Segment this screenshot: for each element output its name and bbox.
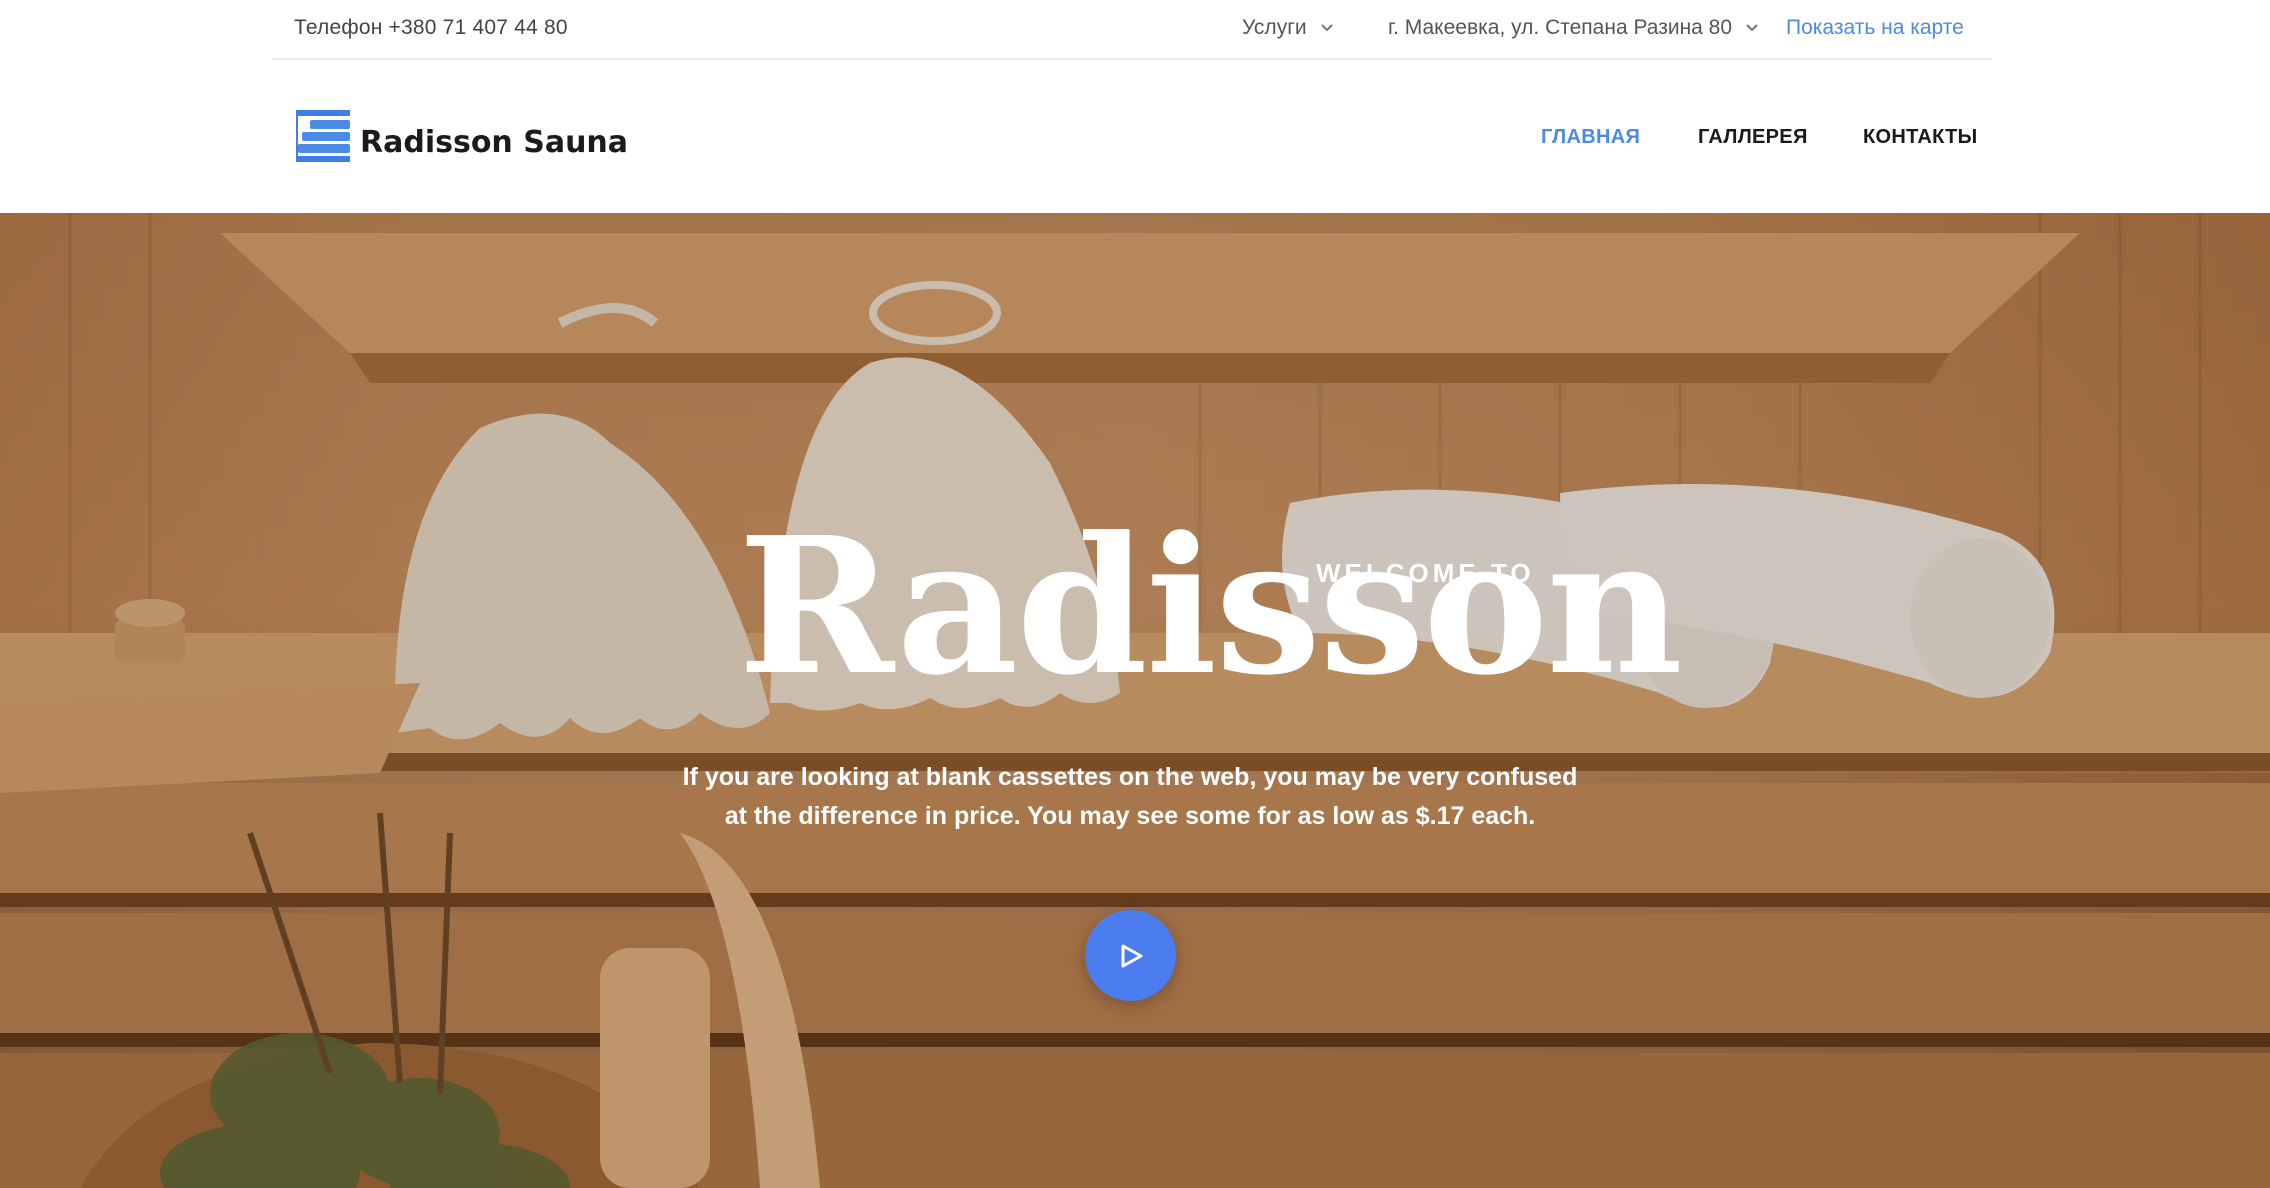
- logo-icon: [296, 110, 350, 162]
- chevron-down-icon: [1746, 24, 1758, 32]
- logo-text: Radisson Sauna: [360, 125, 629, 160]
- play-icon: [1121, 944, 1142, 967]
- hero-title: Radisson: [738, 496, 1683, 717]
- logo[interactable]: Radisson Sauna: [294, 110, 628, 162]
- site-header: Radisson Sauna ГЛАВНАЯ ГАЛЛЕРЕЯ КОНТАКТЫ: [0, 60, 2270, 213]
- address-dropdown[interactable]: г. Макеевка, ул. Степана Разина 80: [1388, 16, 1758, 40]
- top-bar: Телефон +380 71 407 44 80 Услуги г. Маке…: [272, 0, 1992, 60]
- nav-gallery[interactable]: ГАЛЛЕРЕЯ: [1698, 126, 1808, 149]
- chevron-down-icon: [1320, 24, 1333, 32]
- play-video-button[interactable]: [1085, 910, 1176, 1001]
- hero-section: WELCOME TO Radisson If you are looking a…: [0, 213, 2270, 1188]
- nav-home[interactable]: ГЛАВНАЯ: [1541, 126, 1640, 149]
- address-label: г. Макеевка, ул. Степана Разина 80: [1388, 16, 1733, 39]
- phone-number[interactable]: Телефон +380 71 407 44 80: [294, 16, 568, 40]
- show-on-map-link[interactable]: Показать на карте: [1786, 16, 1964, 40]
- services-dropdown[interactable]: Услуги: [1242, 16, 1333, 40]
- hero-description: If you are looking at blank cassettes on…: [682, 763, 1578, 830]
- nav-contacts[interactable]: КОНТАКТЫ: [1863, 126, 1978, 149]
- services-label: Услуги: [1242, 16, 1307, 39]
